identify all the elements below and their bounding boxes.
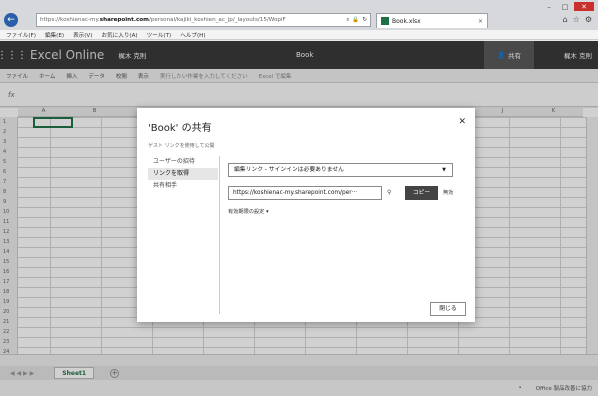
dialog-subtitle: ゲスト リンクを使用して公開	[148, 143, 215, 149]
menu-edit[interactable]: 編集(E)	[45, 31, 64, 39]
lightbulb-icon: ⚲	[387, 189, 392, 196]
dialog-divider	[219, 156, 220, 314]
search-icon[interactable]: ⌕	[346, 17, 349, 24]
address-domain: sharepoint.com	[99, 17, 149, 23]
dialog-title: 'Book' の共有	[148, 123, 212, 134]
window-controls: – □ ✕	[542, 2, 594, 11]
chevron-down-icon: ▼	[442, 167, 446, 173]
link-url-field[interactable]: https://koshienac-my.sharepoint.com/per·…	[228, 186, 382, 200]
menu-help[interactable]: ヘルプ(H)	[180, 31, 205, 39]
disable-link-button[interactable]: 無効	[443, 189, 453, 196]
permission-value: 編集リンク - サインインは必要ありません	[234, 167, 344, 173]
back-arrow-icon[interactable]: ←	[4, 13, 18, 27]
star-icon[interactable]: ☆	[573, 15, 580, 24]
copy-button[interactable]: コピー	[405, 186, 438, 200]
dialog-nav-shared-with[interactable]: 共有相手	[148, 180, 218, 192]
refresh-icon[interactable]: ↻	[362, 17, 367, 24]
address-prefix: https://koshienac-my.	[40, 17, 100, 23]
link-permission-select[interactable]: 編集リンク - サインインは必要ありません ▼	[228, 163, 453, 177]
expiry-setting-link[interactable]: 有効期限の設定 ▾	[228, 208, 269, 215]
share-dialog: 'Book' の共有 ✕ ゲスト リンクを使用して公開 ユーザーの招待 リンクを…	[137, 108, 475, 322]
address-path: /personal/kajiki_koshien_ac_jp/_layouts/…	[148, 17, 286, 23]
address-bar[interactable]: https://koshienac-my. sharepoint.com/pers…	[36, 13, 371, 27]
browser-tab[interactable]: Book.xlsx ×	[376, 13, 488, 28]
menu-view[interactable]: 表示(V)	[73, 31, 92, 39]
minimize-icon[interactable]: –	[542, 2, 556, 11]
dialog-nav-invite[interactable]: ユーザーの招待	[148, 156, 218, 168]
maximize-icon[interactable]: □	[558, 2, 572, 11]
menu-favorites[interactable]: お気に入り(A)	[101, 31, 137, 39]
tab-close-icon[interactable]: ×	[478, 18, 483, 25]
lock-icon[interactable]: 🔒	[352, 17, 359, 24]
dialog-close-icon[interactable]: ✕	[458, 117, 466, 127]
menu-file[interactable]: ファイル(F)	[6, 31, 36, 39]
gear-icon[interactable]: ⚙	[585, 15, 592, 24]
excel-file-icon	[381, 17, 389, 25]
dialog-nav: ユーザーの招待 リンクを取得 共有相手	[148, 156, 218, 192]
menu-tools[interactable]: ツール(T)	[147, 31, 172, 39]
browser-nav: ←	[4, 12, 20, 28]
dialog-nav-get-link[interactable]: リンクを取得	[148, 168, 218, 180]
browser-toolbar: ⌂ ☆ ⚙	[563, 15, 592, 24]
close-icon[interactable]: ✕	[574, 2, 594, 11]
home-icon[interactable]: ⌂	[563, 15, 568, 24]
close-button[interactable]: 閉じる	[430, 302, 466, 316]
address-tools: ⌕ 🔒 ↻	[346, 17, 367, 24]
tab-title: Book.xlsx	[392, 17, 421, 25]
browser-chrome: – □ ✕ ← https://koshienac-my. sharepoint.…	[0, 0, 598, 30]
browser-menubar: ファイル(F) 編集(E) 表示(V) お気に入り(A) ツール(T) ヘルプ(…	[0, 30, 598, 40]
